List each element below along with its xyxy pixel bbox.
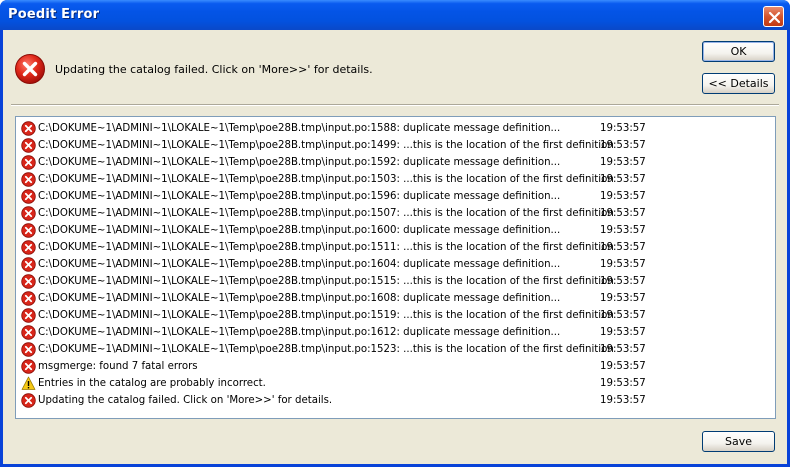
log-row[interactable]: C:\DOKUME~1\ADMINI~1\LOKALE~1\Temp\poe28… — [16, 222, 775, 239]
error-icon — [21, 121, 36, 136]
log-message: C:\DOKUME~1\ADMINI~1\LOKALE~1\Temp\poe28… — [38, 140, 614, 151]
log-row[interactable]: C:\DOKUME~1\ADMINI~1\LOKALE~1\Temp\poe28… — [16, 307, 775, 324]
separator — [11, 104, 779, 106]
error-icon — [21, 393, 36, 408]
log-row[interactable]: C:\DOKUME~1\ADMINI~1\LOKALE~1\Temp\poe28… — [16, 290, 775, 307]
log-message: C:\DOKUME~1\ADMINI~1\LOKALE~1\Temp\poe28… — [38, 327, 561, 338]
log-time: 19:53:57 — [600, 327, 646, 338]
log-time: 19:53:57 — [600, 259, 646, 270]
log-message: C:\DOKUME~1\ADMINI~1\LOKALE~1\Temp\poe28… — [38, 174, 614, 185]
log-time: 19:53:57 — [600, 361, 646, 372]
error-icon — [21, 274, 36, 289]
error-icon — [15, 54, 45, 84]
error-icon — [21, 223, 36, 238]
log-row[interactable]: C:\DOKUME~1\ADMINI~1\LOKALE~1\Temp\poe28… — [16, 188, 775, 205]
log-message: C:\DOKUME~1\ADMINI~1\LOKALE~1\Temp\poe28… — [38, 208, 614, 219]
log-row[interactable]: C:\DOKUME~1\ADMINI~1\LOKALE~1\Temp\poe28… — [16, 239, 775, 256]
log-time: 19:53:57 — [600, 395, 646, 406]
log-row[interactable]: C:\DOKUME~1\ADMINI~1\LOKALE~1\Temp\poe28… — [16, 256, 775, 273]
error-icon — [21, 206, 36, 221]
log-time: 19:53:57 — [600, 174, 646, 185]
log-time: 19:53:57 — [600, 293, 646, 304]
log-row[interactable]: C:\DOKUME~1\ADMINI~1\LOKALE~1\Temp\poe28… — [16, 341, 775, 358]
log-row[interactable]: C:\DOKUME~1\ADMINI~1\LOKALE~1\Temp\poe28… — [16, 154, 775, 171]
log-time: 19:53:57 — [600, 344, 646, 355]
error-message: Updating the catalog failed. Click on 'M… — [55, 63, 373, 76]
log-time: 19:53:57 — [600, 242, 646, 253]
error-dialog: Poedit Error Updating the catalog failed… — [0, 0, 790, 467]
log-time: 19:53:57 — [600, 123, 646, 134]
error-icon — [21, 291, 36, 306]
log-row[interactable]: Entries in the catalog are probably inco… — [16, 375, 775, 392]
log-time: 19:53:57 — [600, 208, 646, 219]
error-icon — [21, 240, 36, 255]
log-row[interactable]: C:\DOKUME~1\ADMINI~1\LOKALE~1\Temp\poe28… — [16, 137, 775, 154]
log-message: Entries in the catalog are probably inco… — [38, 378, 266, 389]
log-time: 19:53:57 — [600, 378, 646, 389]
error-icon — [21, 257, 36, 272]
log-time: 19:53:57 — [600, 310, 646, 321]
log-row[interactable]: C:\DOKUME~1\ADMINI~1\LOKALE~1\Temp\poe28… — [16, 171, 775, 188]
error-icon — [21, 189, 36, 204]
log-message: C:\DOKUME~1\ADMINI~1\LOKALE~1\Temp\poe28… — [38, 310, 614, 321]
close-icon — [768, 11, 781, 24]
log-message: C:\DOKUME~1\ADMINI~1\LOKALE~1\Temp\poe28… — [38, 191, 561, 202]
error-icon — [21, 342, 36, 357]
close-button[interactable] — [763, 6, 784, 27]
log-time: 19:53:57 — [600, 276, 646, 287]
error-icon — [21, 325, 36, 340]
log-time: 19:53:57 — [600, 157, 646, 168]
log-row[interactable]: msgmerge: found 7 fatal errors 19:53:57 — [16, 358, 775, 375]
log-message: C:\DOKUME~1\ADMINI~1\LOKALE~1\Temp\poe28… — [38, 276, 614, 287]
log-row[interactable]: C:\DOKUME~1\ADMINI~1\LOKALE~1\Temp\poe28… — [16, 324, 775, 341]
error-icon — [21, 138, 36, 153]
window-title: Poedit Error — [8, 7, 100, 22]
log-row[interactable]: C:\DOKUME~1\ADMINI~1\LOKALE~1\Temp\poe28… — [16, 273, 775, 290]
error-icon — [21, 359, 36, 374]
log-message: C:\DOKUME~1\ADMINI~1\LOKALE~1\Temp\poe28… — [38, 157, 561, 168]
warning-icon — [21, 376, 36, 390]
error-icon — [21, 308, 36, 323]
log-message: C:\DOKUME~1\ADMINI~1\LOKALE~1\Temp\poe28… — [38, 344, 614, 355]
details-button[interactable]: << Details — [702, 73, 775, 94]
save-button[interactable]: Save — [702, 431, 775, 452]
title-bar[interactable]: Poedit Error — [0, 0, 790, 30]
dialog-body: Updating the catalog failed. Click on 'M… — [3, 30, 787, 464]
log-message: C:\DOKUME~1\ADMINI~1\LOKALE~1\Temp\poe28… — [38, 259, 561, 270]
log-message: C:\DOKUME~1\ADMINI~1\LOKALE~1\Temp\poe28… — [38, 225, 561, 236]
log-row[interactable]: Updating the catalog failed. Click on 'M… — [16, 392, 775, 409]
ok-button[interactable]: OK — [702, 41, 775, 62]
log-row[interactable]: C:\DOKUME~1\ADMINI~1\LOKALE~1\Temp\poe28… — [16, 120, 775, 137]
error-icon — [21, 172, 36, 187]
log-list[interactable]: C:\DOKUME~1\ADMINI~1\LOKALE~1\Temp\poe28… — [15, 116, 776, 419]
log-message: C:\DOKUME~1\ADMINI~1\LOKALE~1\Temp\poe28… — [38, 123, 561, 134]
log-time: 19:53:57 — [600, 140, 646, 151]
log-message: C:\DOKUME~1\ADMINI~1\LOKALE~1\Temp\poe28… — [38, 242, 614, 253]
log-message: C:\DOKUME~1\ADMINI~1\LOKALE~1\Temp\poe28… — [38, 293, 561, 304]
log-row[interactable]: C:\DOKUME~1\ADMINI~1\LOKALE~1\Temp\poe28… — [16, 205, 775, 222]
log-message: Updating the catalog failed. Click on 'M… — [38, 395, 333, 406]
log-time: 19:53:57 — [600, 191, 646, 202]
log-time: 19:53:57 — [600, 225, 646, 236]
error-icon — [21, 155, 36, 170]
log-message: msgmerge: found 7 fatal errors — [38, 361, 198, 372]
